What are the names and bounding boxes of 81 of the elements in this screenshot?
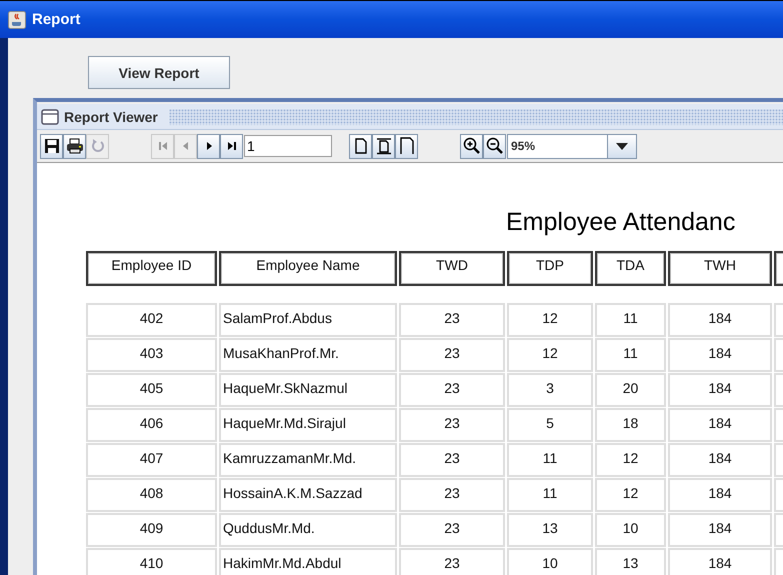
viewer-title: Report Viewer [64,108,158,124]
table-cell: 10 [595,513,666,547]
table-cell: 23 [399,408,505,442]
table-cell: 5 [507,408,593,442]
table-cell: 184 [668,548,772,575]
table-cell: KamruzzamanMr.Md. [219,443,397,477]
view-report-button[interactable]: View Report [88,56,230,89]
page-icon [398,137,414,155]
table-cell: 23 [399,373,505,407]
table-cell: 11 [507,478,593,512]
table-cell: HaqueMr.Md.Sirajul [219,408,397,442]
table-cell: 23 [399,478,505,512]
table-cell: 10 [507,548,593,575]
table-cell: 407 [86,443,217,477]
table-cell: HossainA.K.M.Sazzad [219,478,397,512]
printer-icon [66,138,84,154]
table-cell: 12 [507,303,593,337]
table-cell: 184 [668,408,772,442]
table-cell: 184 [668,443,772,477]
table-cell: 184 [668,513,772,547]
table-cell: 23 [399,303,505,337]
window-title: Report [32,11,80,28]
next-page-button[interactable] [197,134,220,158]
table-cell: 13 [507,513,593,547]
table-cell: 18 [595,408,666,442]
page-icon [376,137,392,155]
dropdown-arrow-icon [616,142,628,150]
table-cell: 11 [595,303,666,337]
magnifier-plus-icon [462,137,480,155]
page-icon [352,137,368,155]
column-header: Employee Name [219,251,397,286]
save-button[interactable] [40,134,63,158]
table-cell: 12 [595,443,666,477]
table-cell: 410 [86,548,217,575]
table-cell: QuddusMr.Md. [219,513,397,547]
window-icon [41,108,59,124]
table-cell: 23 [399,338,505,372]
table-cell: 12 [507,338,593,372]
skip-arrow-icon [156,140,168,152]
table-cell: 23 [399,548,505,575]
table-cell: 406 [86,408,217,442]
table-cell: 402 [86,303,217,337]
table-cell: 11 [595,338,666,372]
actual-size-button[interactable] [349,134,372,158]
skip-arrow-icon [226,140,238,152]
table-cell: 11 [507,443,593,477]
column-header: TWH [668,251,772,286]
table-cell: 409 [86,513,217,547]
table-cell: 403 [86,338,217,372]
table-cell: 23 [399,443,505,477]
table-cell: 23 [399,513,505,547]
refresh-icon [90,138,106,154]
table-cell: 408 [86,478,217,512]
table-cell: 184 [668,303,772,337]
last-page-button[interactable] [220,134,243,158]
zoom-out-icon-button[interactable] [483,134,506,158]
column-header: TDA [595,251,666,286]
table-cell: 184 [668,478,772,512]
fit-width-button[interactable] [372,134,395,158]
magnifier-minus-icon [486,137,504,155]
table-cell: 13 [595,548,666,575]
table-cell: 184 [668,338,772,372]
zoom-in-icon-button[interactable] [460,134,483,158]
report-title: Employee Attendanc [505,207,736,238]
table-cell: HakimMr.Md.Abdul [219,548,397,575]
table-cell: 405 [86,373,217,407]
table-cell: 3 [507,373,593,407]
print-button[interactable] [63,134,86,158]
table-cell: 184 [668,373,772,407]
table-cell: HaqueMr.SkNazmul [219,373,397,407]
fit-page-button[interactable] [395,134,418,158]
column-header: TDP [507,251,593,286]
table-cell: MusaKhanProf.Mr. [219,338,397,372]
cup-icon [8,10,26,28]
table-cell: 20 [595,373,666,407]
column-header: Employee ID [86,251,217,286]
zoom-combo-box[interactable]: 95% [507,134,637,158]
column-header: TWD [399,251,505,286]
page-number-field[interactable]: 1 [244,135,332,157]
table-cell: SalamProf.Abdus [219,303,397,337]
table-cell: 12 [595,478,666,512]
